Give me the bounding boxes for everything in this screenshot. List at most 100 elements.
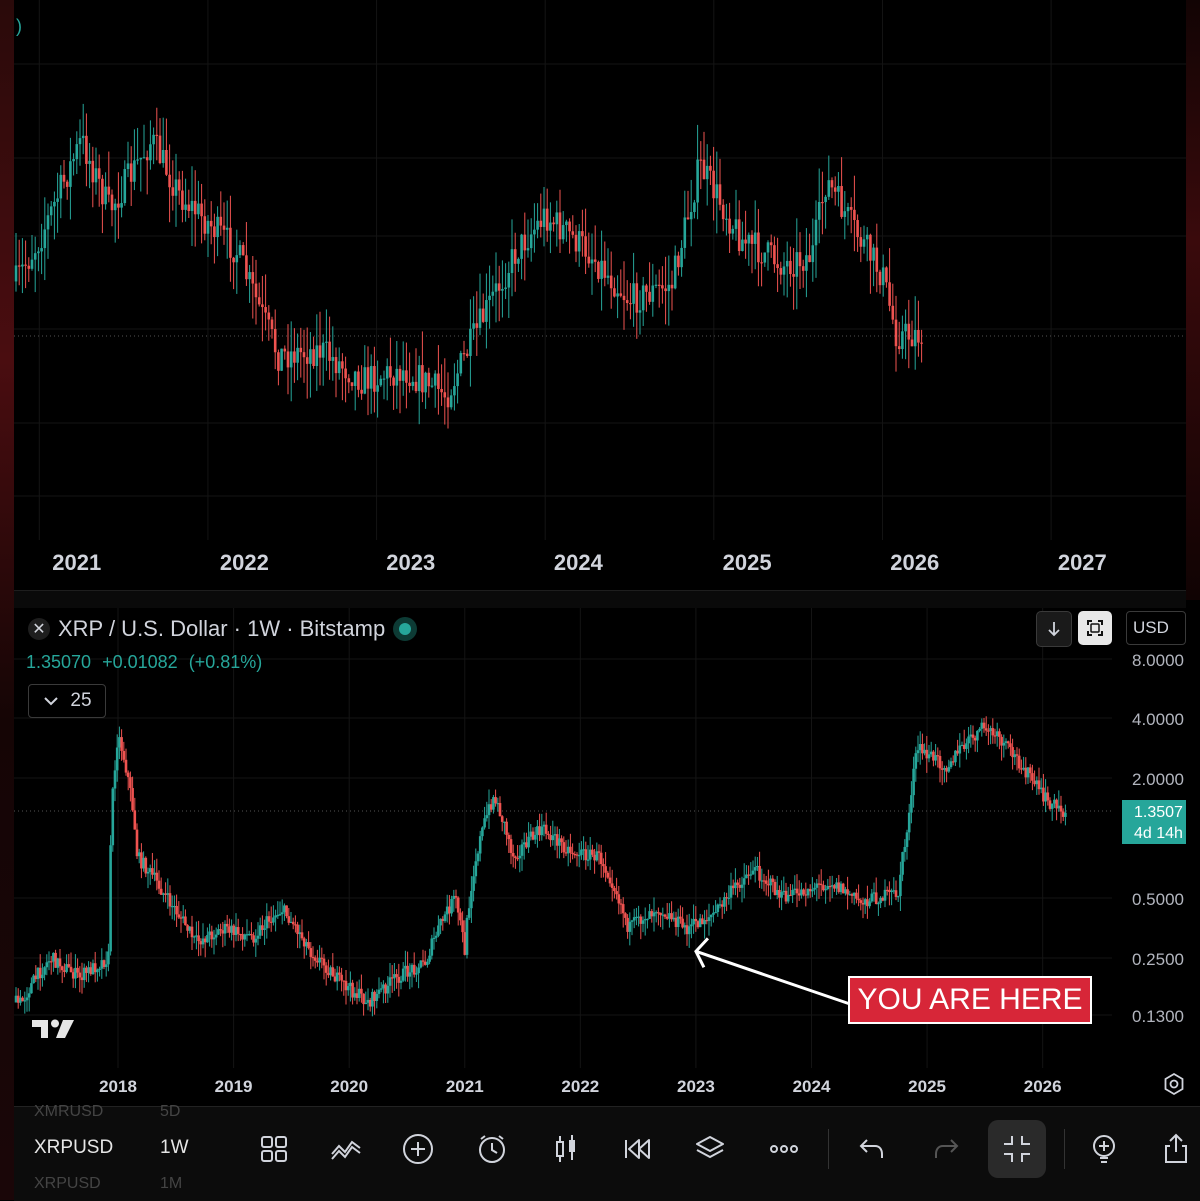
candle-body [62,174,66,182]
candle-body [846,207,850,212]
xrp-icon[interactable]: ✕ [28,618,50,640]
candle-body [305,357,309,364]
candle-body [749,874,753,876]
candle-body [728,218,731,234]
candle-body [236,927,240,934]
candle-body [341,361,344,369]
arrow-shaft [695,949,851,1006]
candle-type-icon[interactable] [544,1127,588,1171]
top-price-chart[interactable]: 2021 2022 2023 2024 2025 2026 2027 [14,0,1186,590]
candle-body [219,216,223,226]
add-icon[interactable] [396,1127,440,1171]
tradingview-logo[interactable] [30,1016,78,1050]
candle-body [616,293,619,297]
candle-body [124,759,128,773]
candle-body [139,157,143,160]
candle-body [610,883,614,888]
indicators-icon[interactable] [324,1127,368,1171]
you-are-here-arrow [694,937,851,1006]
watchlist-next-interval[interactable]: 1M [160,1175,182,1193]
watchlist-prev-interval[interactable]: 5D [160,1103,180,1121]
candle-body [225,923,229,927]
candle-body [472,876,475,891]
pane-divider[interactable] [14,590,1186,610]
indicators-toggle[interactable]: 25 [28,684,106,718]
watchlist-current-symbol[interactable]: XRPUSD [34,1137,113,1159]
bottom-price-chart[interactable]: 8.0000 4.0000 2.0000 0.5000 0.2500 0.1300 2018… [14,608,1200,1104]
layout-grid-icon[interactable] [252,1127,296,1171]
candle-body [811,245,815,263]
candle-body [587,256,591,264]
share-icon[interactable] [1154,1127,1198,1171]
candle-body [888,282,891,306]
alert-clock-icon[interactable] [470,1127,514,1171]
candle-body [174,179,178,196]
watchlist-next-symbol[interactable]: XRPUSD [34,1175,101,1193]
candle-body [520,844,524,856]
candle-body [667,284,671,292]
candle-body [377,989,381,994]
candle-body [984,728,988,731]
symbol-title[interactable]: XRP / U.S. Dollar · 1W · Bitstamp [58,616,385,642]
watchlist-current-interval[interactable]: 1W [160,1137,189,1159]
fullscreen-exit-icon[interactable] [988,1120,1046,1178]
candle-body [430,938,434,956]
candle-body [881,267,885,286]
candle-body [897,346,901,350]
candle-body [408,382,411,386]
candle-body [65,181,69,187]
candle-body [209,220,213,227]
more-icon[interactable] [762,1127,806,1171]
scale-mode-icon[interactable] [1078,611,1112,645]
candle-body [771,878,775,882]
candle-body [30,983,33,994]
redo-icon[interactable] [924,1127,968,1171]
candle-body [285,905,288,917]
candle-body [885,267,888,283]
x-axis-tick: 2020 [330,1077,368,1096]
candle-body [604,866,607,873]
candle-body [427,372,431,387]
candle-body [670,284,674,289]
candle-body [853,209,856,221]
candle-body [261,304,264,308]
currency-selector[interactable]: USD [1126,611,1186,645]
candle-body [827,180,831,197]
candle-body [533,834,537,840]
candle-body [814,219,818,246]
candle-body [715,184,719,199]
candle-body [574,234,578,252]
y-axis-tick: 0.5000 [1132,890,1184,909]
candle-body [25,997,29,1001]
candle-body [782,266,786,275]
ideas-bulb-icon[interactable] [1082,1127,1126,1171]
replay-icon[interactable] [616,1127,660,1171]
candle-body [417,365,421,392]
candle-body [216,216,219,238]
undo-icon[interactable] [850,1127,894,1171]
candle-body [798,252,802,267]
candle-body [411,381,415,386]
watchlist-prev-symbol[interactable]: XMRUSD [34,1103,103,1121]
candle-body [603,260,607,278]
layers-icon[interactable] [688,1127,732,1171]
candle-body [741,239,744,252]
candle-body [488,295,491,301]
candle-body [27,993,31,998]
candle-body [641,920,645,924]
candle-body [526,248,530,251]
candle-body [401,968,405,981]
candle-body [523,234,527,251]
top-chart-panel[interactable]: 2021 2022 2023 2024 2025 2026 2027 [14,0,1186,590]
candle-body [338,972,341,975]
gear-icon[interactable] [1162,1072,1186,1096]
candle-body [171,187,175,196]
candle-body [27,265,31,269]
candle-body [133,160,136,182]
candle-body [395,368,399,386]
candle-body [472,323,475,329]
arrow-down-icon[interactable] [1036,611,1072,647]
candle-body [862,239,866,247]
candle-body [742,878,746,885]
bottom-chart-panel[interactable]: 8.0000 4.0000 2.0000 0.5000 0.2500 0.1300 2018… [14,608,1200,1104]
